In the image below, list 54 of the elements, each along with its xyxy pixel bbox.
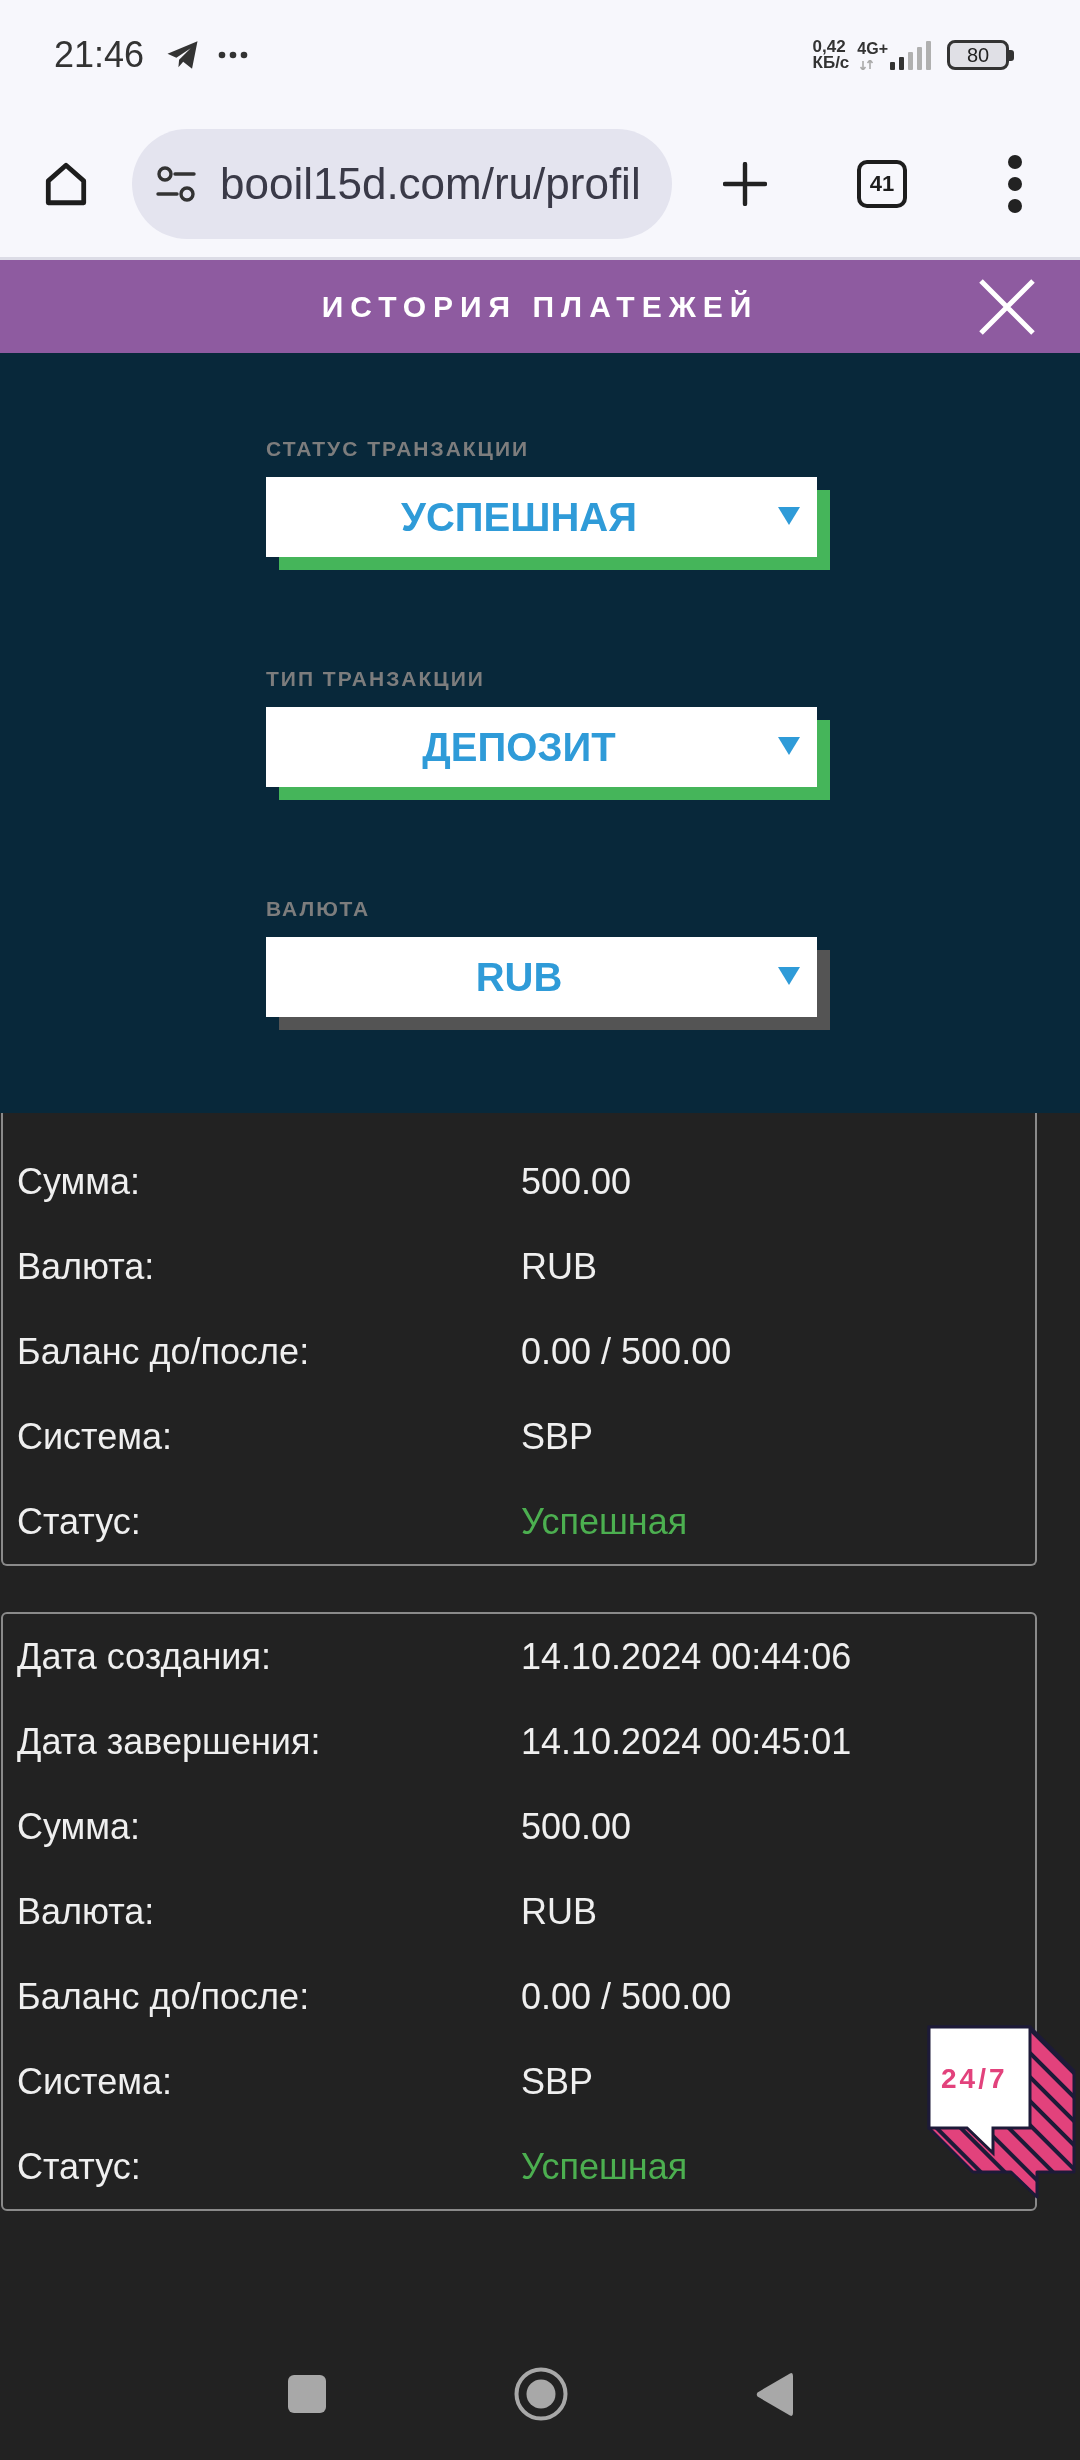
field-value: RUB	[521, 1890, 597, 1933]
field-value: 0.00 / 500.00	[521, 1975, 732, 2018]
field-label: Сумма:	[17, 1805, 141, 1848]
battery-indicator: 80	[947, 40, 1014, 70]
filter-label: ТИП ТРАНЗАКЦИИ	[266, 667, 486, 691]
data-arrows-icon	[860, 60, 875, 70]
paper-plane-icon	[166, 40, 200, 70]
home-icon[interactable]	[513, 2367, 568, 2421]
filter-dropdown[interactable]: УСПЕШНАЯ	[266, 477, 817, 557]
ellipsis-icon	[218, 51, 249, 59]
field-label: Баланс до/после:	[17, 1330, 310, 1373]
support-chat-button[interactable]: 24/7	[927, 2025, 1077, 2200]
status-value: Успешная	[521, 1500, 688, 1543]
network-speed: 0,42	[812, 39, 846, 55]
caret-icon	[778, 507, 800, 525]
field-value: 0.00 / 500.00	[521, 1330, 732, 1373]
field-value: SBP	[521, 1415, 594, 1458]
filter-label: ВАЛЮТА	[266, 897, 372, 921]
filter-dropdown[interactable]: RUB	[266, 937, 817, 1017]
address-bar[interactable]: booil15d.com/ru/profil	[132, 128, 672, 239]
field-label: Валюта:	[17, 1890, 155, 1933]
modal-title: ИСТОРИЯ ПЛАТЕЖЕЙ	[321, 289, 759, 324]
recents-icon[interactable]	[287, 2375, 326, 2413]
clock-time: 21:46	[54, 35, 145, 75]
status-value: Успешная	[521, 2145, 688, 2188]
menu-icon[interactable]	[1007, 153, 1023, 214]
back-icon[interactable]	[755, 2371, 793, 2417]
plus-icon[interactable]	[723, 161, 767, 206]
striped-speech-bubble-icon	[927, 2025, 1077, 2200]
caret-icon	[778, 737, 800, 755]
status-label: Статус:	[17, 1500, 141, 1543]
field-label: Валюта:	[17, 1245, 155, 1288]
caret-icon	[778, 967, 800, 985]
status-label: Статус:	[17, 2145, 141, 2188]
field-label: Дата завершения:	[17, 1720, 321, 1763]
field-label: Система:	[17, 1415, 172, 1458]
site-settings-icon[interactable]	[156, 163, 196, 204]
field-label: Дата создания:	[17, 1635, 271, 1678]
speed-unit: КБ/с	[812, 55, 850, 71]
field-label: Сумма:	[17, 1160, 141, 1203]
close-icon[interactable]	[978, 277, 1036, 336]
field-value: RUB	[521, 1245, 597, 1288]
field-label: Баланс до/после:	[17, 1975, 310, 2018]
filter-dropdown[interactable]: ДЕПОЗИТ	[266, 707, 817, 787]
network-type: 4G+	[857, 40, 888, 57]
field-value: 500.00	[521, 1160, 632, 1203]
field-value: 14.10.2024 00:45:01	[521, 1720, 852, 1763]
field-label: Система:	[17, 2060, 172, 2103]
tab-switcher-button[interactable]: 41	[857, 159, 907, 208]
field-value: SBP	[521, 2060, 594, 2103]
field-value: 500.00	[521, 1805, 632, 1848]
filter-label: СТАТУС ТРАНЗАКЦИИ	[266, 437, 531, 461]
signal-bars-icon	[890, 40, 934, 70]
field-value: 14.10.2024 00:44:06	[521, 1635, 852, 1678]
